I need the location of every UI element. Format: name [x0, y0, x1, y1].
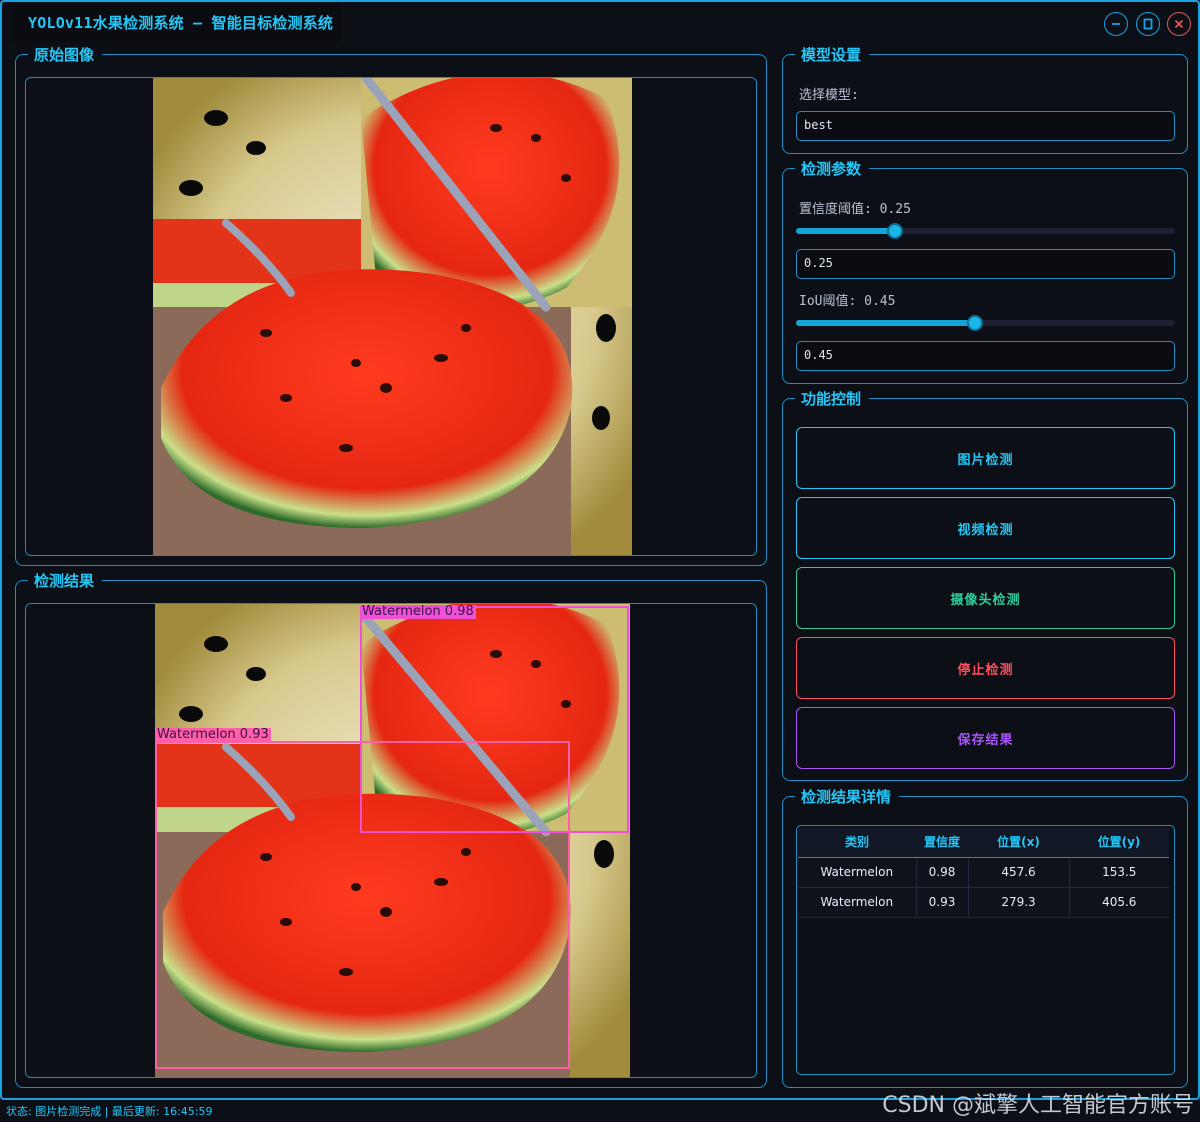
detection-box-2 — [155, 741, 570, 1069]
column-header-x[interactable]: 位置(x) — [968, 827, 1069, 858]
iou-slider-fill — [796, 320, 975, 326]
table-header-row: 类别 置信度 位置(x) 位置(y) — [798, 827, 1169, 858]
window-title: YOLOv11水果检测系统 – 智能目标检测系统 — [12, 4, 342, 42]
stop-detect-button[interactable]: 停止检测 — [796, 637, 1175, 699]
detection-label-1: Watermelon 0.98 — [360, 604, 476, 619]
confidence-label: 置信度阈值: 0.25 — [799, 202, 911, 217]
model-select-label: 选择模型: — [799, 88, 859, 103]
model-select[interactable]: best — [796, 111, 1175, 141]
iou-input[interactable]: 0.45 — [796, 341, 1175, 371]
confidence-slider[interactable] — [796, 223, 1175, 239]
save-result-button[interactable]: 保存结果 — [796, 707, 1175, 769]
watermark: CSDN @斌擎人工智能官方账号 — [882, 1093, 1194, 1118]
result-details-title: 检测结果详情 — [795, 787, 900, 807]
iou-label: IoU阈值: 0.45 — [799, 294, 896, 309]
confidence-input[interactable]: 0.25 — [796, 249, 1175, 279]
detection-label-2: Watermelon 0.93 — [155, 727, 271, 742]
close-icon — [1174, 19, 1184, 29]
table-cell: Watermelon — [798, 857, 917, 888]
model-settings-title: 模型设置 — [795, 45, 870, 65]
column-header-y[interactable]: 位置(y) — [1069, 827, 1169, 858]
original-image-title: 原始图像 — [28, 45, 103, 65]
original-image-frame — [25, 77, 757, 556]
table-row[interactable]: Watermelon 0.98 457.6 153.5 — [798, 857, 1169, 888]
image-detect-button[interactable]: 图片检测 — [796, 427, 1175, 489]
confidence-slider-fill — [796, 228, 895, 234]
result-image-title: 检测结果 — [28, 571, 103, 591]
table-cell: 279.3 — [968, 887, 1070, 918]
function-control-title: 功能控制 — [795, 389, 870, 409]
app-window: YOLOv11水果检测系统 – 智能目标检测系统 原始图像 检测结果 Water… — [0, 0, 1200, 1100]
iou-slider-handle[interactable] — [967, 315, 983, 331]
column-header-class[interactable]: 类别 — [798, 827, 916, 858]
iou-slider[interactable] — [796, 315, 1175, 331]
detection-params-title: 检测参数 — [795, 159, 870, 179]
table-cell: 0.98 — [916, 857, 969, 888]
table-cell: 457.6 — [968, 857, 1070, 888]
result-table: 类别 置信度 位置(x) 位置(y) Watermelon 0.98 457.6… — [798, 827, 1169, 918]
confidence-slider-handle[interactable] — [887, 223, 903, 239]
original-image — [26, 78, 756, 555]
table-cell: 153.5 — [1069, 857, 1169, 888]
title-bar[interactable]: YOLOv11水果检测系统 – 智能目标检测系统 — [2, 2, 1198, 44]
result-image-frame: Watermelon 0.98 Watermelon 0.93 — [25, 603, 757, 1078]
minimize-icon — [1112, 23, 1120, 25]
table-row[interactable]: Watermelon 0.93 279.3 405.6 — [798, 887, 1169, 918]
table-cell: Watermelon — [798, 887, 917, 918]
camera-detect-button[interactable]: 摄像头检测 — [796, 567, 1175, 629]
maximize-icon — [1143, 18, 1153, 30]
table-cell: 0.93 — [916, 887, 969, 918]
status-bar: 状态: 图片检测完成 | 最后更新: 16:45:59 — [6, 1105, 213, 1118]
maximize-button[interactable] — [1136, 12, 1160, 36]
close-button[interactable] — [1167, 12, 1191, 36]
video-detect-button[interactable]: 视频检测 — [796, 497, 1175, 559]
table-cell: 405.6 — [1069, 887, 1169, 918]
column-header-confidence[interactable]: 置信度 — [916, 827, 968, 858]
minimize-button[interactable] — [1104, 12, 1128, 36]
